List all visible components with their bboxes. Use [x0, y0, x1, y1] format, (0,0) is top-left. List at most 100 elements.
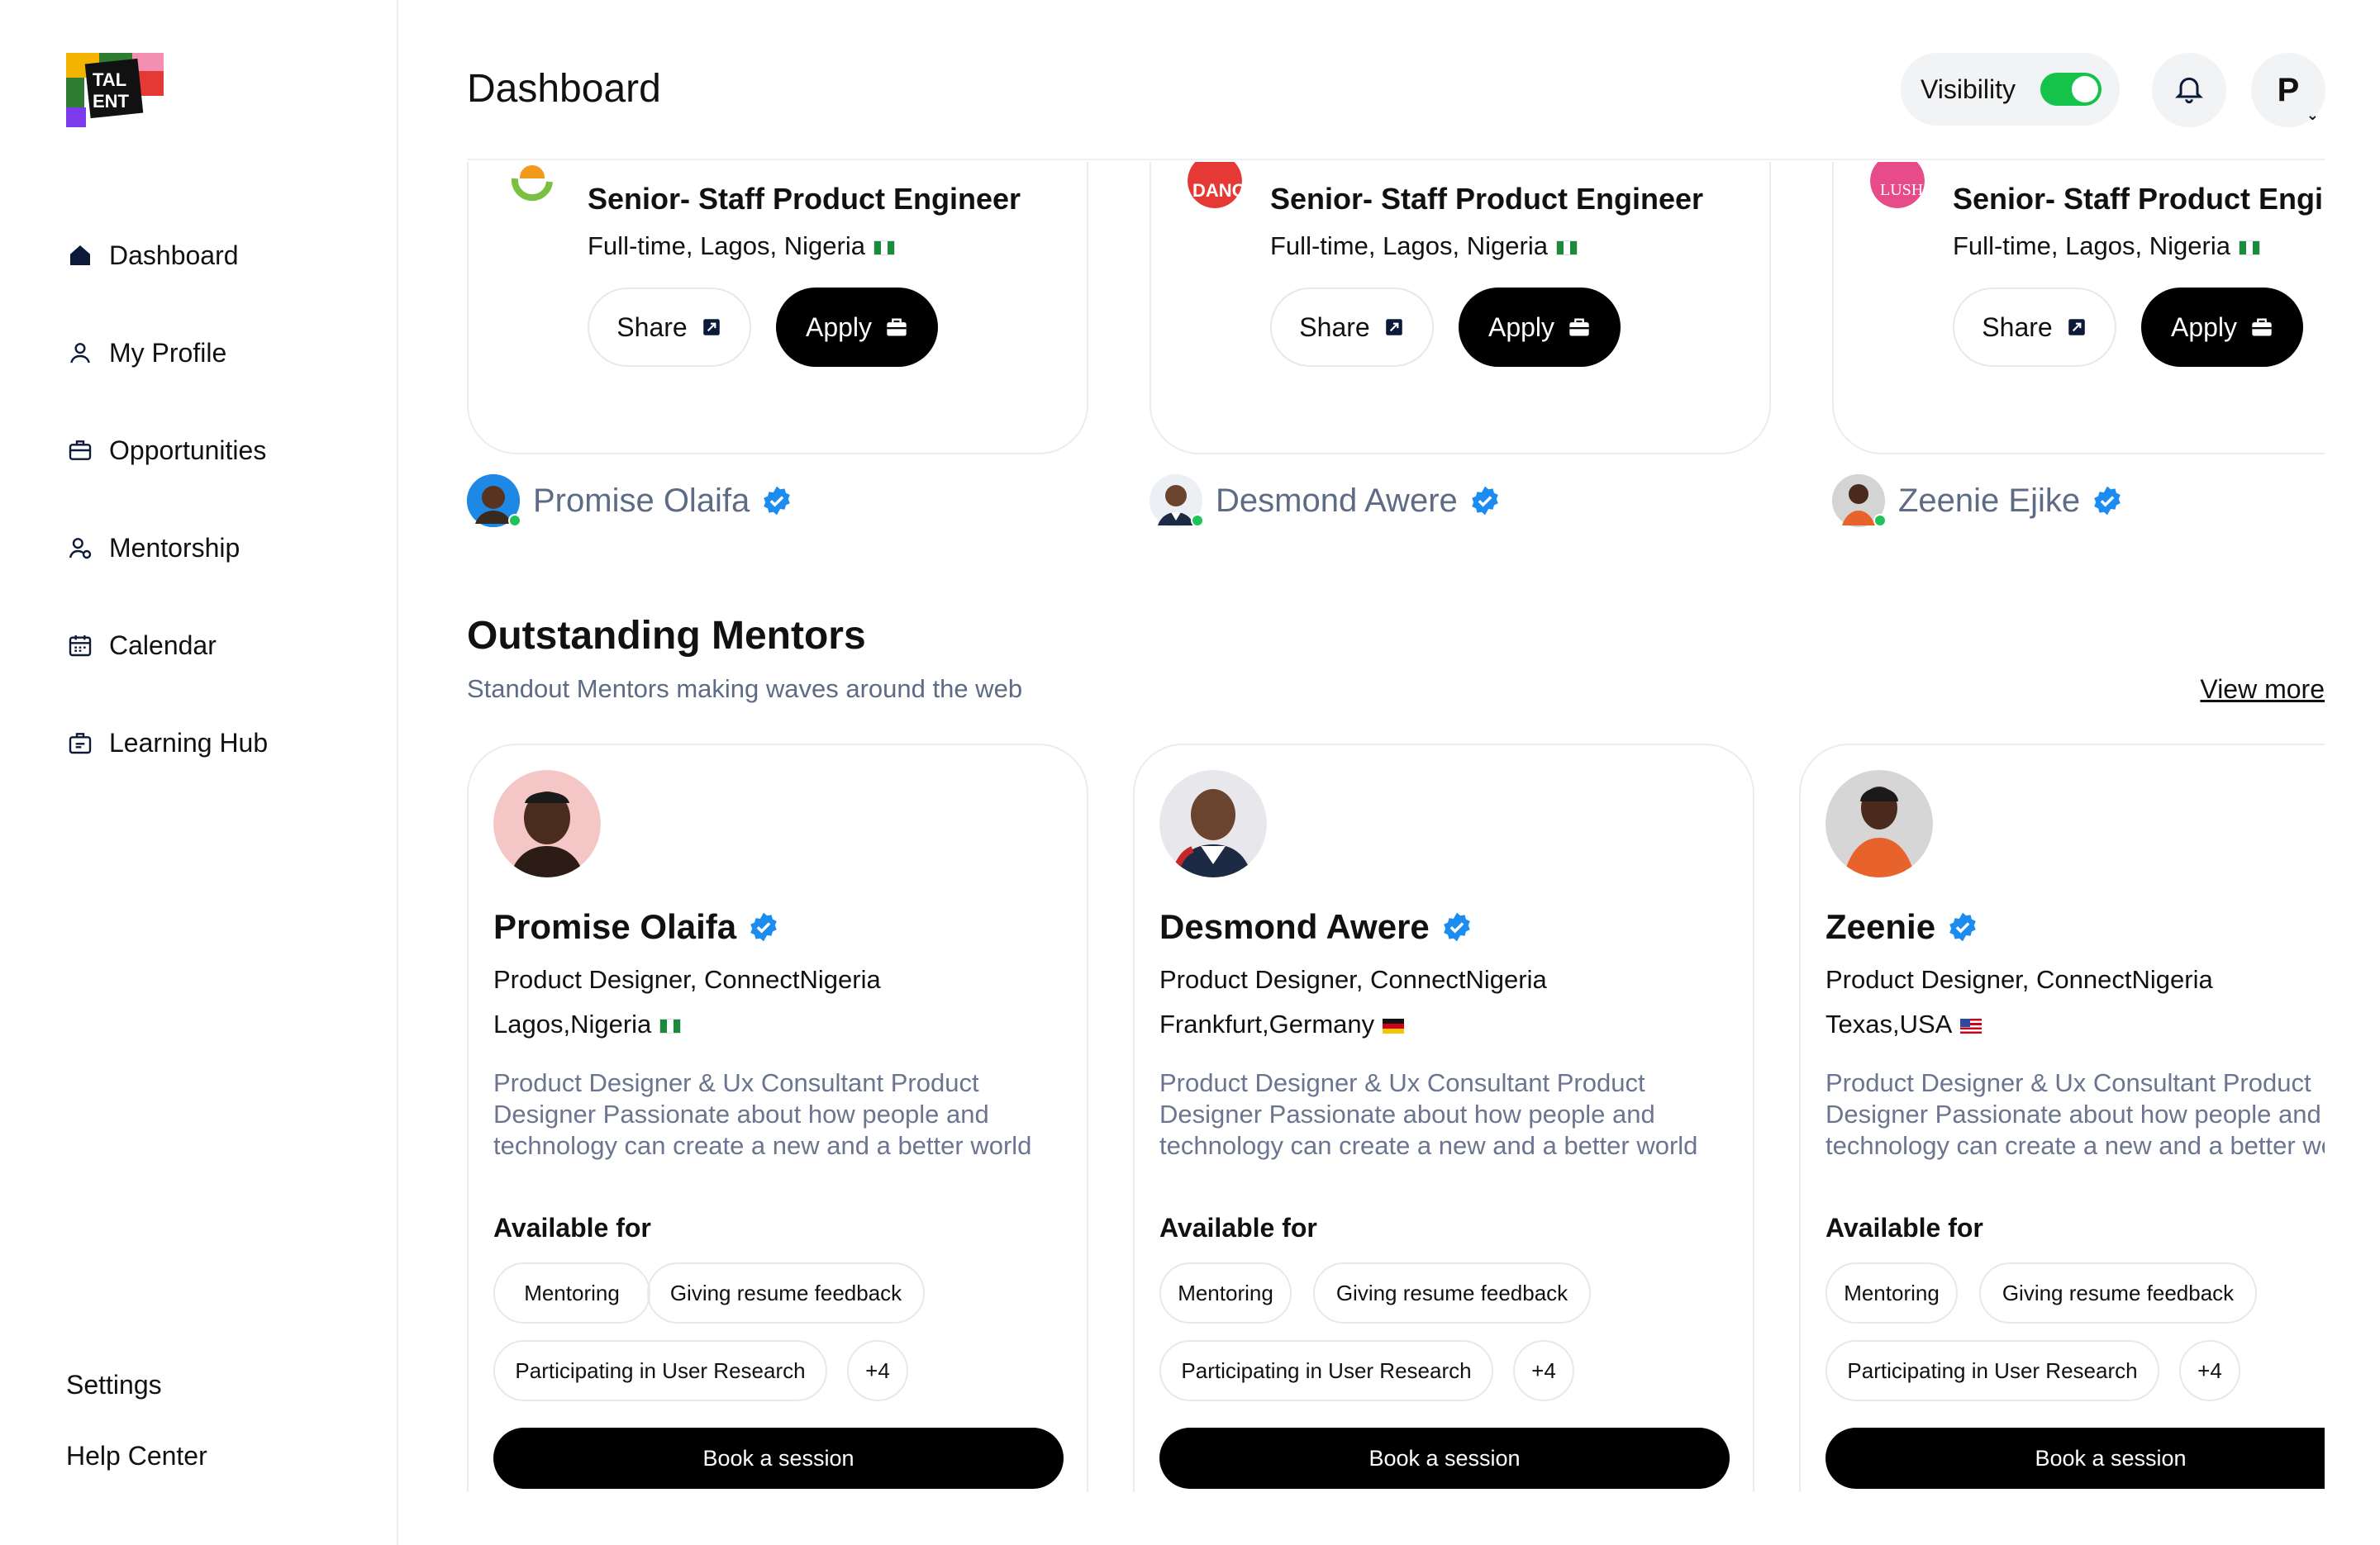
chip-user-research[interactable]: Participating in User Research [493, 1340, 827, 1401]
sidebar-item-opportunities[interactable]: Opportunities [66, 402, 268, 499]
mentor-card[interactable]: Desmond Awere Product Designer, ConnectN… [1133, 744, 1754, 1492]
share-icon [1385, 319, 1402, 335]
sidebar-item-label: My Profile [109, 337, 227, 368]
nigeria-flag-icon [873, 240, 895, 255]
job-card[interactable]: LUSH Senior- Staff Product Engineer Full… [1832, 162, 2325, 454]
chip-mentoring[interactable]: Mentoring [1825, 1262, 1958, 1324]
job-poster[interactable]: Promise Olaifa [467, 474, 793, 527]
sidebar-item-label: Calendar [109, 630, 217, 660]
mentor-avatar [1159, 770, 1267, 877]
job-title: Senior- Staff Product Engineer [1953, 182, 2325, 216]
book-session-button[interactable]: Book a session [1825, 1428, 2325, 1489]
job-poster[interactable]: Desmond Awere [1150, 474, 1501, 527]
apply-button[interactable]: Apply [1459, 288, 1621, 367]
book-session-button[interactable]: Book a session [493, 1428, 1064, 1489]
visibility-switch[interactable] [2040, 73, 2102, 106]
avatar-initial: P [2277, 71, 2300, 108]
talent-logo[interactable]: TAL ENT [66, 53, 164, 127]
chevron-down-icon: ⌄ [2306, 107, 2319, 123]
chip-more[interactable]: +4 [1513, 1340, 1574, 1401]
visibility-toggle[interactable]: Visibility [1901, 53, 2120, 126]
svg-text:ENT: ENT [93, 91, 130, 112]
verified-badge-icon [1947, 911, 1978, 943]
mentor-avatar [493, 770, 601, 877]
mentor-bio: Product Designer & Ux Consultant Product… [493, 1068, 1032, 1160]
user-avatar-button[interactable]: P ⌄ [2251, 53, 2325, 127]
section-title: Outstanding Mentors [467, 614, 866, 658]
page-title: Dashboard [467, 67, 661, 111]
chip-mentoring[interactable]: Mentoring [1159, 1262, 1292, 1324]
mentor-icon [66, 534, 94, 562]
chip-user-research[interactable]: Participating in User Research [1825, 1340, 2159, 1401]
nigeria-flag-icon [659, 1018, 682, 1034]
briefcase-icon [66, 436, 94, 464]
home-icon [66, 241, 94, 269]
verified-badge-icon [1441, 911, 1473, 943]
svg-text:DANO: DANO [1192, 180, 1242, 201]
mentor-role: Product Designer, ConnectNigeria [1825, 965, 2213, 994]
verified-badge-icon [2092, 485, 2123, 516]
chip-resume-feedback[interactable]: Giving resume feedback [647, 1262, 925, 1324]
sidebar-item-label: Mentorship [109, 532, 240, 563]
sidebar: TAL ENT Dashboard My Profile Opportuniti… [0, 0, 398, 1545]
nigeria-flag-icon [2238, 240, 2260, 255]
book-session-button[interactable]: Book a session [1159, 1428, 1730, 1489]
available-for-label: Available for [1159, 1213, 1317, 1243]
chip-mentoring[interactable]: Mentoring [493, 1262, 650, 1324]
sidebar-item-calendar[interactable]: Calendar [66, 597, 268, 694]
mentor-name: Desmond Awere [1159, 907, 1473, 947]
job-title: Senior- Staff Product Engineer [588, 182, 1021, 216]
mentor-card[interactable]: Zeenie Product Designer, ConnectNigeria … [1799, 744, 2325, 1492]
apply-button[interactable]: Apply [2141, 288, 2303, 367]
mentor-bio: Product Designer & Ux Consultant Product… [1825, 1068, 2325, 1160]
available-for-label: Available for [493, 1213, 651, 1243]
online-status-dot [1873, 514, 1887, 527]
poster-name: Desmond Awere [1216, 482, 1458, 519]
job-poster[interactable]: Zeenie Ejike [1832, 474, 2123, 527]
svg-text:LUSH: LUSH [1880, 181, 1923, 199]
share-icon [2068, 319, 2085, 335]
sidebar-item-my-profile[interactable]: My Profile [66, 304, 268, 402]
chip-more[interactable]: +4 [847, 1340, 908, 1401]
settings-link[interactable]: Settings [66, 1370, 207, 1441]
online-status-dot [1191, 514, 1204, 527]
sidebar-item-label: Learning Hub [109, 727, 269, 758]
usa-flag-icon [1960, 1018, 1983, 1034]
poster-name: Zeenie Ejike [1898, 482, 2081, 519]
help-center-link[interactable]: Help Center [66, 1441, 207, 1512]
chip-resume-feedback[interactable]: Giving resume feedback [1313, 1262, 1591, 1324]
chip-more[interactable]: +4 [2179, 1340, 2240, 1401]
share-button[interactable]: Share [588, 288, 751, 367]
learning-icon [66, 729, 94, 757]
share-button[interactable]: Share [1953, 288, 2116, 367]
sidebar-item-mentorship[interactable]: Mentorship [66, 499, 268, 597]
mentor-role: Product Designer, ConnectNigeria [493, 965, 881, 994]
view-more-link[interactable]: View more [2200, 674, 2325, 705]
avatar [1150, 474, 1204, 527]
apply-button[interactable]: Apply [776, 288, 938, 367]
share-icon [702, 319, 720, 335]
chip-resume-feedback[interactable]: Giving resume feedback [1979, 1262, 2257, 1324]
sidebar-nav: Dashboard My Profile Opportunities Mento… [66, 207, 268, 792]
mentor-location: Frankfurt,Germany [1159, 1010, 1405, 1039]
poster-name: Promise Olaifa [533, 482, 750, 519]
notifications-button[interactable] [2152, 53, 2226, 127]
avatar [1832, 474, 1887, 527]
briefcase-icon [1569, 318, 1589, 336]
job-title: Senior- Staff Product Engineer [1270, 182, 1704, 216]
nigeria-flag-icon [1555, 240, 1578, 255]
share-button[interactable]: Share [1270, 288, 1434, 367]
mentor-card[interactable]: Promise Olaifa Product Designer, Connect… [467, 744, 1088, 1492]
sidebar-item-dashboard[interactable]: Dashboard [66, 207, 268, 304]
job-card[interactable]: DANO Senior- Staff Product Engineer Full… [1150, 162, 1771, 454]
mentor-location: Lagos,Nigeria [493, 1010, 682, 1039]
section-subtitle: Standout Mentors making waves around the… [467, 674, 1023, 703]
dashboard-content: Senior- Staff Product Engineer Full-time… [467, 162, 2325, 1492]
chip-user-research[interactable]: Participating in User Research [1159, 1340, 1493, 1401]
bell-icon [2173, 72, 2206, 109]
top-header: Dashboard Visibility P ⌄ [467, 0, 2325, 160]
sidebar-item-learning-hub[interactable]: Learning Hub [66, 694, 268, 792]
company-logo: LUSH [1870, 162, 1925, 208]
job-card[interactable]: Senior- Staff Product Engineer Full-time… [467, 162, 1088, 454]
company-logo [505, 162, 559, 208]
